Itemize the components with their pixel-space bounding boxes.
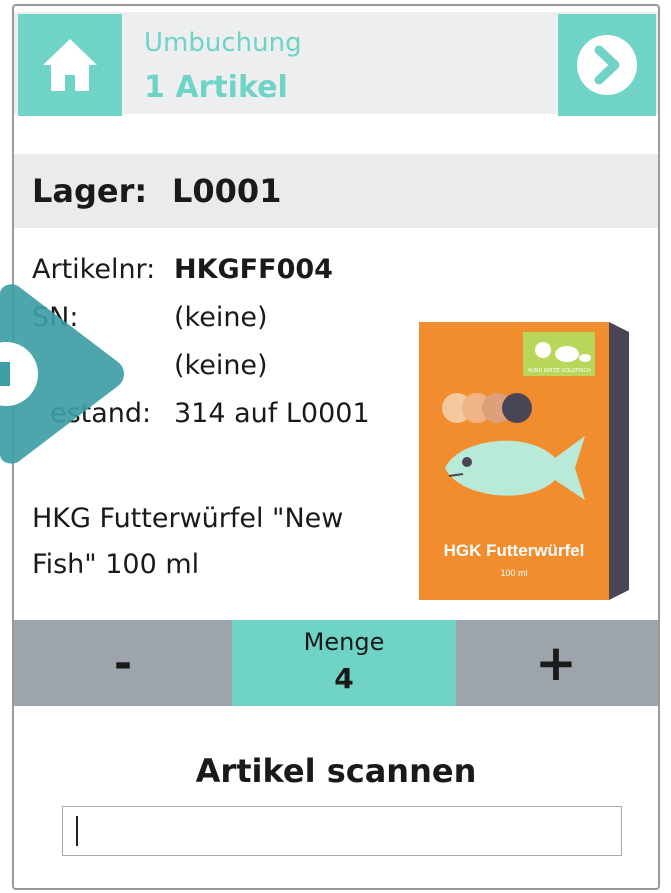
product-badge-text: HUND KATZE GOLDFISCH	[527, 368, 591, 374]
product-image: HUND KATZE GOLDFISCH HGK Futterwürfel 10…	[419, 322, 629, 600]
header-subtitle: Umbuchung	[144, 28, 302, 58]
product-name-text: HGK Futterwürfel	[444, 541, 585, 560]
description-line-2: Fish" 100 ml	[32, 549, 200, 580]
lager-value: L0001	[172, 172, 282, 210]
lager-bar: Lager: L0001	[14, 154, 658, 228]
quantity-label: Menge	[303, 628, 385, 656]
text-caret	[76, 816, 78, 846]
scan-input[interactable]	[62, 806, 622, 856]
quantity-bar: - Menge 4 +	[14, 620, 658, 706]
scan-title: Artikel scannen	[195, 752, 477, 790]
charge-value: (keine)	[174, 350, 268, 381]
bestand-value: 314 auf L0001	[174, 398, 370, 429]
home-button[interactable]	[18, 14, 122, 116]
increase-quantity-button[interactable]: +	[454, 620, 658, 706]
quantity-display: Menge 4	[232, 620, 456, 706]
overlay-arrow-icon	[0, 284, 124, 464]
artikelnr-value: HKGFF004	[174, 254, 333, 285]
header-bar: Umbuchung 1 Artikel	[14, 12, 658, 116]
product-description: HKG Futterwürfel "New Fish" 100 ml	[32, 496, 412, 588]
chevron-right-circle-icon	[577, 35, 637, 95]
artikelnr-row: Artikelnr: HKGFF004	[32, 254, 333, 285]
lager-label: Lager:	[32, 172, 148, 210]
next-button[interactable]	[558, 14, 656, 116]
artikelnr-label: Artikelnr:	[32, 254, 156, 285]
decrease-quantity-button[interactable]: -	[14, 620, 232, 706]
quantity-value: 4	[334, 662, 354, 695]
description-line-1: HKG Futterwürfel "New	[32, 503, 344, 534]
home-icon	[43, 39, 97, 91]
header-title: 1 Artikel	[144, 70, 288, 105]
sn-value: (keine)	[174, 302, 268, 333]
product-size-text: 100 ml	[500, 568, 527, 578]
